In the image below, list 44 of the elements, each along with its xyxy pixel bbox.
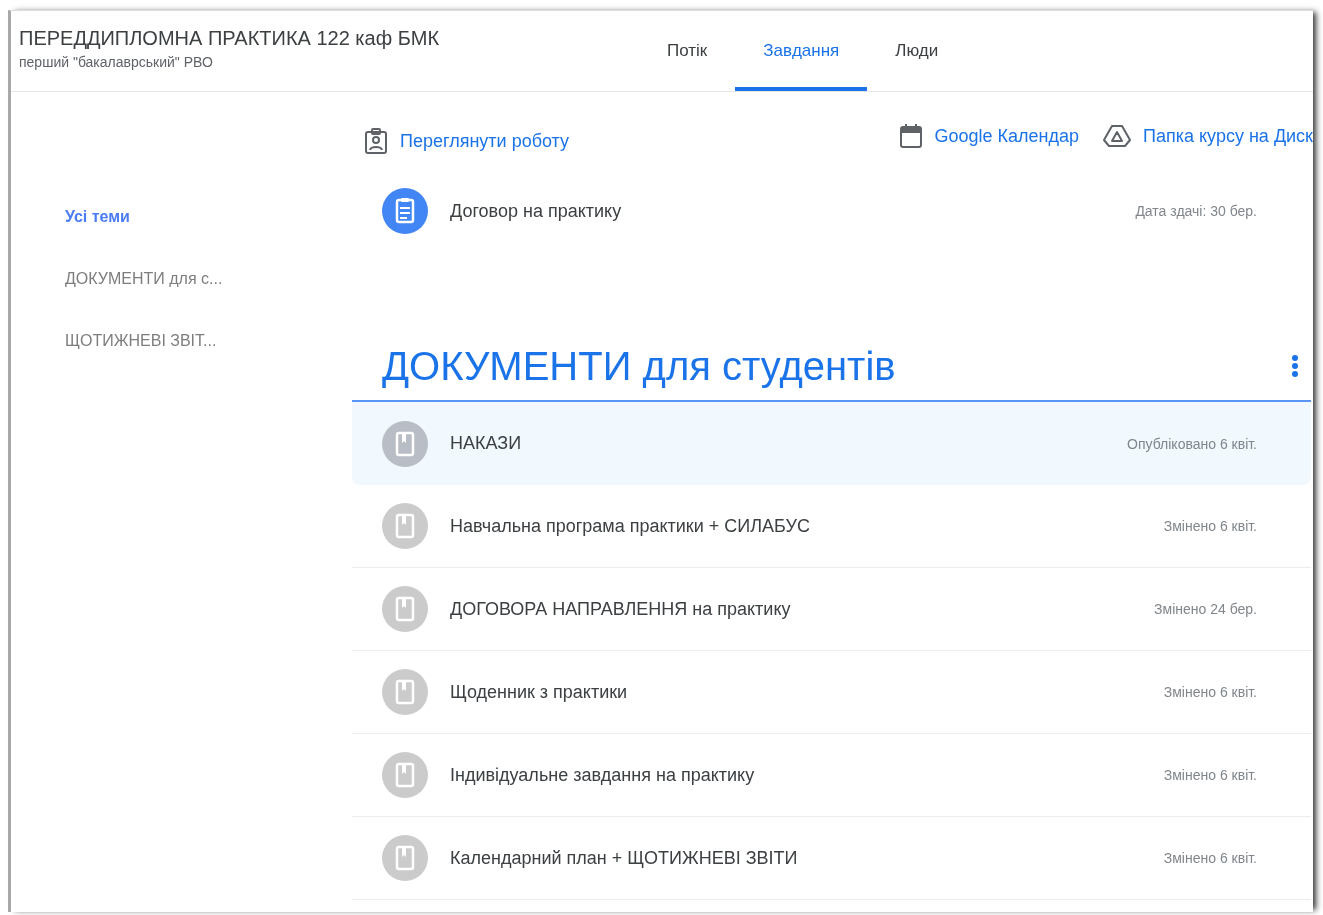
- material-row[interactable]: Календарний план + ЩОТИЖНЕВІ ЗВІТИ Змінено 6 квіт.: [352, 817, 1311, 900]
- topic-link[interactable]: Усі теми: [11, 208, 130, 226]
- material-title: ДОГОВОРА НАПРАВЛЕННЯ на практику: [450, 598, 792, 620]
- assignment-title: Договор на практику: [450, 200, 623, 222]
- material-date: Змінено 6 квіт.: [1163, 850, 1257, 866]
- assignment-row[interactable]: Договор на практику Дата здачі: 30 бер.: [352, 182, 1311, 240]
- toolbar-link[interactable]: Google Календар: [898, 123, 1080, 149]
- material-date: Змінено 6 квіт.: [1163, 684, 1257, 700]
- tab[interactable]: Люди: [867, 15, 967, 91]
- toolbar-link[interactable]: Папка курсу на Диск: [1103, 124, 1313, 148]
- book-icon: [382, 586, 428, 632]
- material-row[interactable]: Щоденник з практики Змінено 6 квіт.: [352, 651, 1311, 734]
- more-options-icon: [1291, 354, 1299, 378]
- material-date: Змінено 24 бер.: [1154, 601, 1257, 617]
- tab[interactable]: Завдання: [735, 15, 868, 91]
- book-icon: [382, 752, 428, 798]
- topic-title: ДОКУМЕНТИ для студентів: [382, 343, 896, 389]
- material-title: Індивідуальне завдання на практику: [450, 764, 756, 786]
- material-date: Опубліковано 6 квіт.: [1127, 435, 1257, 452]
- material-row[interactable]: Індивідуальне завдання на практику Змінено 6 квіт.: [352, 734, 1311, 817]
- material-title: Щоденник з практики: [450, 681, 629, 703]
- book-icon: [382, 669, 428, 715]
- id-badge-icon: [364, 127, 388, 155]
- topic-link[interactable]: ДОКУМЕНТИ для с...: [11, 270, 223, 288]
- book-icon: [382, 835, 428, 881]
- assignment-icon: [382, 188, 428, 234]
- book-icon: [382, 503, 428, 549]
- material-date: Змінено 6 квіт.: [1163, 767, 1257, 783]
- course-subtitle: перший "бакалаврський" РВО: [19, 53, 214, 70]
- topic-link[interactable]: ЩОТИЖНЕВІ ЗВІТ...: [11, 332, 217, 350]
- calendar-icon: [898, 123, 923, 149]
- due-date: Дата здачі: 30 бер.: [1135, 203, 1257, 219]
- material-row[interactable]: Навчальна програма практики + СИЛАБУС Змінено 6 квіт.: [352, 485, 1311, 568]
- material-row[interactable]: ДОГОВОРА НАПРАВЛЕННЯ на практику Змінено 24 бер.: [352, 568, 1311, 651]
- material-row[interactable]: НАКАЗИ Опубліковано 6 квіт.: [352, 402, 1311, 485]
- material-date: Змінено 6 квіт.: [1163, 518, 1257, 534]
- drive-icon: [1103, 124, 1132, 148]
- toolbar-link[interactable]: Переглянути роботу: [364, 127, 570, 155]
- tab[interactable]: Потік: [639, 15, 736, 91]
- material-title: Навчальна програма практики + СИЛАБУС: [450, 515, 811, 537]
- material-title: Календарний план + ЩОТИЖНЕВІ ЗВІТИ: [450, 847, 799, 869]
- material-title: НАКАЗИ: [450, 433, 523, 454]
- course-title: ПЕРЕДДИПЛОМНА ПРАКТИКА 122 каф БМК: [19, 26, 441, 50]
- book-icon: [382, 420, 428, 467]
